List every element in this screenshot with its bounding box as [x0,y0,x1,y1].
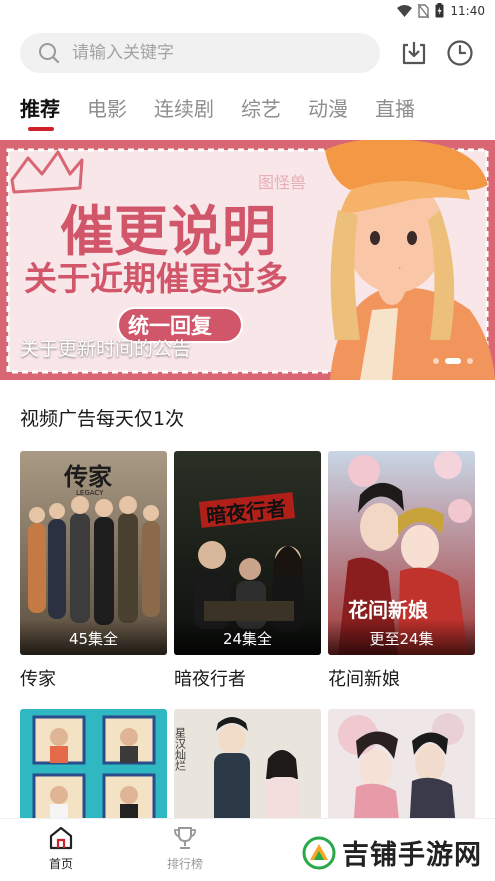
trophy-icon [174,827,196,849]
episode-badge: 45集全 [20,619,167,655]
site-watermark: 吉铺手游网 [302,833,482,872]
tab-recommend[interactable]: 推荐 [20,96,60,136]
episode-badge: 24集全 [174,619,321,655]
video-card[interactable]: 花间新娘 更至24集 花间新娘 [328,451,475,691]
banner-subline: 关于近期催更过多 [24,259,288,298]
video-poster[interactable]: 花间新娘 更至24集 [328,451,475,655]
nav-label: 首页 [48,857,73,871]
no-sim-icon [418,3,430,18]
video-poster[interactable]: 暗夜行者 24集全 [174,451,321,655]
category-tabs: 推荐 电影 连续剧 综艺 动漫 直播 [20,96,415,136]
banner-dot[interactable] [433,358,439,364]
download-button[interactable] [398,37,430,69]
section-title: 视频广告每天仅1次 [20,408,185,430]
history-button[interactable] [444,37,476,69]
banner-dot-active[interactable] [445,358,461,364]
svg-text:星汉灿烂: 星汉灿烂 [174,727,187,771]
clock-icon [447,40,473,66]
wifi-icon [397,4,413,17]
nav-ranking[interactable]: 排行榜 [145,825,225,872]
clock-text: 11:40 [450,3,485,18]
search-icon [39,43,60,64]
svg-text:LEGACY: LEGACY [76,489,104,497]
banner-pagination [433,358,473,364]
svg-text:图怪兽: 图怪兽 [258,173,306,192]
video-card[interactable]: 传家 LEGACY 45集全 传家 [20,451,167,691]
tab-movies[interactable]: 电影 [87,96,127,136]
search-bar[interactable] [20,33,380,73]
video-title[interactable]: 传家 [20,665,167,691]
video-poster[interactable]: 传家 LEGACY 45集全 [20,451,167,655]
download-icon [402,42,426,65]
video-title[interactable]: 花间新娘 [328,665,475,691]
watermark-logo-icon [302,836,336,869]
banner-dot[interactable] [467,358,473,364]
watermark-text: 吉铺手游网 [342,840,482,871]
home-icon [49,826,73,850]
nav-label: 排行榜 [166,857,203,871]
video-title[interactable]: 暗夜行者 [174,665,321,691]
tab-series[interactable]: 连续剧 [154,96,214,136]
status-bar: 11:40 [0,0,495,22]
tab-variety[interactable]: 综艺 [241,96,281,136]
nav-home[interactable]: 首页 [21,825,101,872]
video-card[interactable]: 暗夜行者 24集全 暗夜行者 [174,451,321,691]
tab-live[interactable]: 直播 [375,96,415,136]
banner-headline: 催更说明 [60,200,276,263]
banner-caption: 关于更新时间的公告 [20,338,192,360]
tab-anime[interactable]: 动漫 [308,96,348,136]
svg-text:传家: 传家 [63,462,112,491]
search-input[interactable] [72,43,332,63]
promo-banner[interactable]: 图怪兽 催更说明 关于近期催更过多 统一回复 关于更新时间的公告 [0,140,495,380]
episode-badge: 更至24集 [328,619,475,655]
battery-icon [435,3,444,18]
